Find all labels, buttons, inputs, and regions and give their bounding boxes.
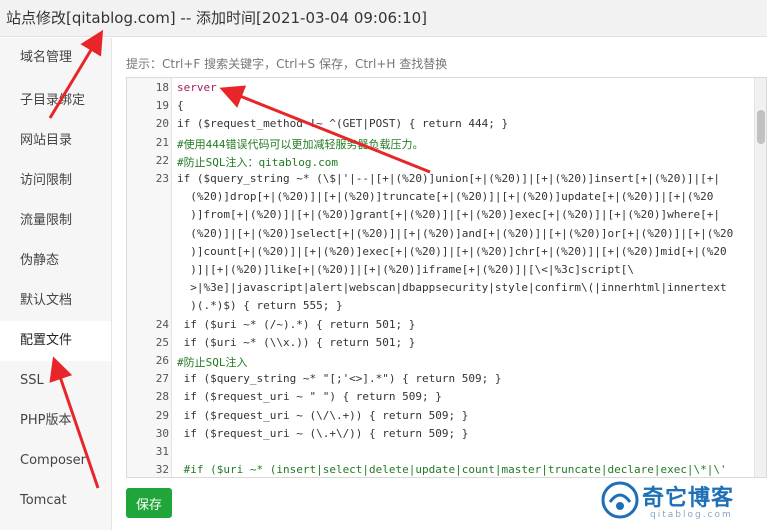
line-number: 28 <box>155 390 169 404</box>
line-number: 19 <box>155 99 169 113</box>
watermark-logo-icon <box>601 481 639 519</box>
sidebar-item-config-file[interactable]: 配置文件 <box>0 321 111 361</box>
watermark: 奇它博客 qitablog.com <box>600 478 765 528</box>
code-line[interactable]: { <box>177 99 184 112</box>
code-line[interactable]: (%20)]drop[+|(%20)]|[+|(%20)]truncate[+|… <box>177 190 713 203</box>
code-line[interactable]: #使用444错误代码可以更加减轻服务器负载压力。 <box>177 136 424 152</box>
editor-hint: 提示：Ctrl+F 搜索关键字，Ctrl+S 保存，Ctrl+H 查找替换 <box>126 57 448 71</box>
save-button[interactable]: 保存 <box>126 488 172 518</box>
code-line[interactable]: #if ($uri ~* (insert|select|delete|updat… <box>177 463 727 476</box>
scrollbar-thumb[interactable] <box>757 110 765 144</box>
sidebar-item-ssl[interactable]: SSL <box>0 361 111 401</box>
code-line[interactable]: #防止SQL注入：qitablog.com <box>177 154 338 170</box>
watermark-text: 奇它博客 <box>642 486 735 511</box>
sidebar-item-traffic-limit[interactable]: 流量限制 <box>0 201 111 241</box>
code-line[interactable]: (%20)]|[+|(%20)]select[+|(%20)]|[+|(%20)… <box>177 227 733 240</box>
code-editor[interactable]: 18 19 20 21 22 23 24 25 26 27 28 29 30 31 32 server { if… <box>126 77 767 478</box>
code-line[interactable]: if ($uri ~* (/~).*) { return 501; } <box>177 318 416 331</box>
code-line[interactable]: if ($query_string ~* "[;'<>].*") { retur… <box>177 372 502 385</box>
watermark-domain: qitablog.com <box>650 510 733 520</box>
line-number: 21 <box>155 135 169 149</box>
line-number: 27 <box>155 372 169 386</box>
line-number: 26 <box>155 354 169 367</box>
code-line[interactable]: #防止SQL注入 <box>177 354 248 370</box>
code-line[interactable]: if ($query_string ~* (\$|'|--|[+|(%20)]u… <box>177 172 720 185</box>
code-line[interactable]: server <box>177 81 217 94</box>
sidebar-item-site-directory[interactable]: 网站目录 <box>0 121 111 161</box>
code-line[interactable]: )]count[+|(%20)]|[+|(%20)]exec[+|(%20)]|… <box>177 245 726 258</box>
code-line[interactable]: if ($request_method !~ ^(GET|POST) { ret… <box>177 117 508 130</box>
line-number: 20 <box>155 117 169 131</box>
sidebar-item-access-limit[interactable]: 访问限制 <box>0 161 111 201</box>
code-line[interactable]: if ($uri ~* (\\x.)) { return 501; } <box>177 336 416 349</box>
window-title: 站点修改[qitablog.com] -- 添加时间[2021-03-04 09… <box>0 0 767 37</box>
sidebar-item-tomcat[interactable]: Tomcat <box>0 481 111 521</box>
line-number: 31 <box>155 445 169 458</box>
code-line[interactable]: if ($request_uri ~ (\.+\/)) { return 509… <box>177 427 469 440</box>
code-line[interactable]: )]from[+|(%20)]|[+|(%20)]grant[+|(%20)]|… <box>177 208 720 221</box>
sidebar-item-domain[interactable]: 域名管理 <box>0 38 111 78</box>
line-number: 23 <box>155 172 169 185</box>
code-line[interactable]: )(.*)$) { return 555; } <box>177 299 342 312</box>
sidebar: 域名管理 子目录绑定 网站目录 访问限制 流量限制 伪静态 默认文档 配置文件 … <box>0 38 112 530</box>
line-number: 18 <box>155 81 169 94</box>
line-number: 32 <box>155 463 169 477</box>
line-gutter: 18 19 20 21 22 23 24 25 26 27 28 29 30 31 32 <box>127 78 172 477</box>
sidebar-item-subdirectory[interactable]: 子目录绑定 <box>0 81 111 121</box>
code-line[interactable]: >|%3e]|javascript|alert|webscan|dbappsec… <box>177 281 726 294</box>
line-number: 25 <box>155 335 169 349</box>
sidebar-item-rewrite[interactable]: 伪静态 <box>0 241 111 281</box>
sidebar-item-default-doc[interactable]: 默认文档 <box>0 281 111 321</box>
line-number: 22 <box>155 153 169 167</box>
line-number: 29 <box>155 408 169 422</box>
code-line[interactable]: if ($request_uri ~ " ") { return 509; } <box>177 390 442 403</box>
line-number: 24 <box>155 317 169 331</box>
editor-scrollbar[interactable] <box>754 78 766 477</box>
code-line[interactable]: )]|[+|(%20)]like[+|(%20)]|[+|(%20)]ifram… <box>177 263 634 276</box>
line-number: 30 <box>155 426 169 440</box>
code-line[interactable]: if ($request_uri ~ (\/\.+)) { return 509… <box>177 409 469 422</box>
sidebar-item-php-version[interactable]: PHP版本 <box>0 401 111 441</box>
sidebar-item-composer[interactable]: Composer <box>0 441 111 481</box>
